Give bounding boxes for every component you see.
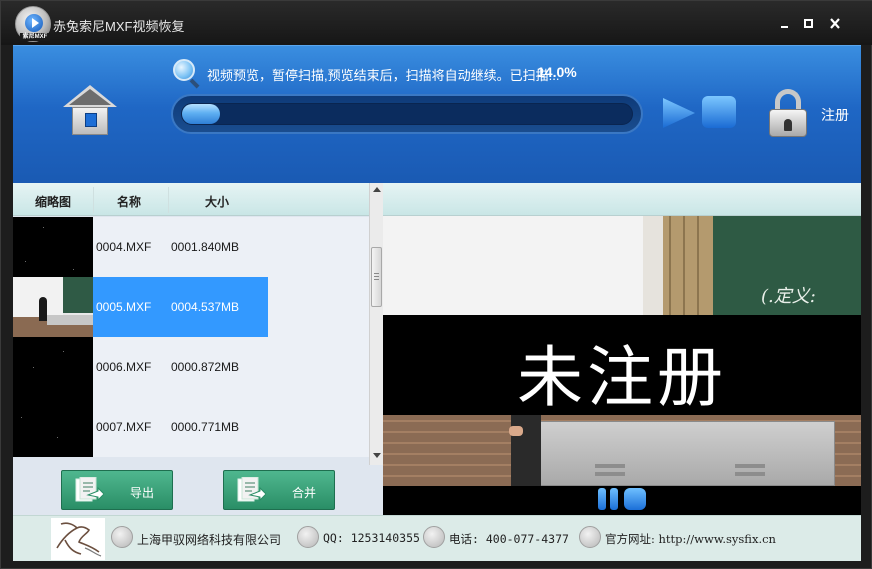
row-name: 0005.MXF [96,300,152,314]
home-icon [85,113,97,127]
maximize-button[interactable] [799,15,819,33]
search-icon [173,59,201,89]
play-icon [663,98,695,128]
export-label: 导出 [130,486,155,500]
app-logo-icon: 索尼MXF [15,6,51,42]
stop-icon [702,96,736,128]
start-scan-button[interactable] [661,96,697,130]
app-logo-badge: 索尼MXF [20,33,50,41]
export-icon [75,477,104,502]
stop-scan-button[interactable] [701,95,737,129]
company-icon [111,526,133,548]
close-icon [830,18,840,29]
row-thumbnail [13,217,93,277]
file-list-header: 缩略图 名称 大小 [13,183,369,216]
scrollbar-thumb[interactable] [371,247,382,307]
row-thumbnail [13,397,93,457]
column-size[interactable]: 大小 [205,193,229,210]
qq-number[interactable]: QQ: 1253140355 [323,531,420,545]
maximize-icon [804,19,813,28]
scan-progress-bar [171,94,643,134]
unregistered-watermark: 未注册 [517,340,727,414]
scan-percent: 14.0% [537,64,577,80]
column-name[interactable]: 名称 [117,193,141,210]
row-size: 0001.840MB [171,240,240,254]
table-row[interactable]: 0004.MXF 0001.840MB [13,217,369,277]
home-button[interactable] [63,85,117,139]
qq-icon [297,526,319,548]
column-thumbnail[interactable]: 缩略图 [35,193,71,210]
company-name: 上海甲驭网络科技有限公司 [137,533,282,547]
row-thumbnail [13,277,93,337]
preview-header [383,183,861,216]
row-name: 0004.MXF [96,240,152,254]
row-thumbnail [13,337,93,397]
app-window: 索尼MXF 赤兔索尼MXF视频恢复 视频预览，暂停扫描,预览结束后，扫描将自动继… [0,0,872,569]
table-row[interactable]: 0006.MXF 0000.872MB [13,337,369,397]
minimize-button[interactable] [775,15,795,33]
file-list: 0004.MXF 0001.840MB 0005.MXF 0004.537MB [13,217,369,457]
website-icon [579,526,601,548]
merge-label: 合并 [292,486,317,500]
row-size: 0004.537MB [171,300,240,314]
company-logo [51,518,105,560]
merge-icon [237,477,266,502]
phone-icon [423,526,445,548]
minimize-icon [781,26,788,28]
row-name: 0007.MXF [96,420,152,434]
close-button[interactable] [825,15,845,33]
register-link[interactable]: 注册 [821,105,849,125]
merge-button[interactable]: 合并 [223,470,335,510]
lock-icon[interactable] [767,89,809,137]
table-row[interactable]: 0007.MXF 0000.771MB [13,397,369,457]
export-button[interactable]: 导出 [61,470,173,510]
pause-icon [598,488,606,510]
scroll-down-icon[interactable] [373,453,381,458]
file-list-scrollbar[interactable] [369,183,383,465]
video-preview[interactable]: (.定义: 未注册 [383,216,861,486]
scroll-up-icon[interactable] [373,187,381,192]
website-link[interactable]: 官方网址: http://www.sysfix.cn [605,531,776,547]
footer-bar: 上海甲驭网络科技有限公司 QQ: 1253140355 电话: 400-077-… [13,515,861,561]
preview-chalk-text: (.定义: [761,286,816,307]
scan-progress-fill [182,104,220,124]
phone-number: 电话: 400-077-4377 [449,532,569,546]
row-name: 0006.MXF [96,360,152,374]
title-bar[interactable]: 索尼MXF 赤兔索尼MXF视频恢复 [1,1,872,45]
file-list-panel: 缩略图 名称 大小 0004.MXF 0001.840MB 0005.MXF 0… [13,183,383,515]
row-size: 0000.771MB [171,420,240,434]
window-title: 赤兔索尼MXF视频恢复 [53,19,185,34]
pause-button[interactable] [596,488,646,512]
table-row[interactable]: 0005.MXF 0004.537MB [13,277,369,337]
scan-status-text: 视频预览，暂停扫描,预览结束后，扫描将自动继续。已扫描... [207,68,560,83]
row-size: 0000.872MB [171,360,240,374]
